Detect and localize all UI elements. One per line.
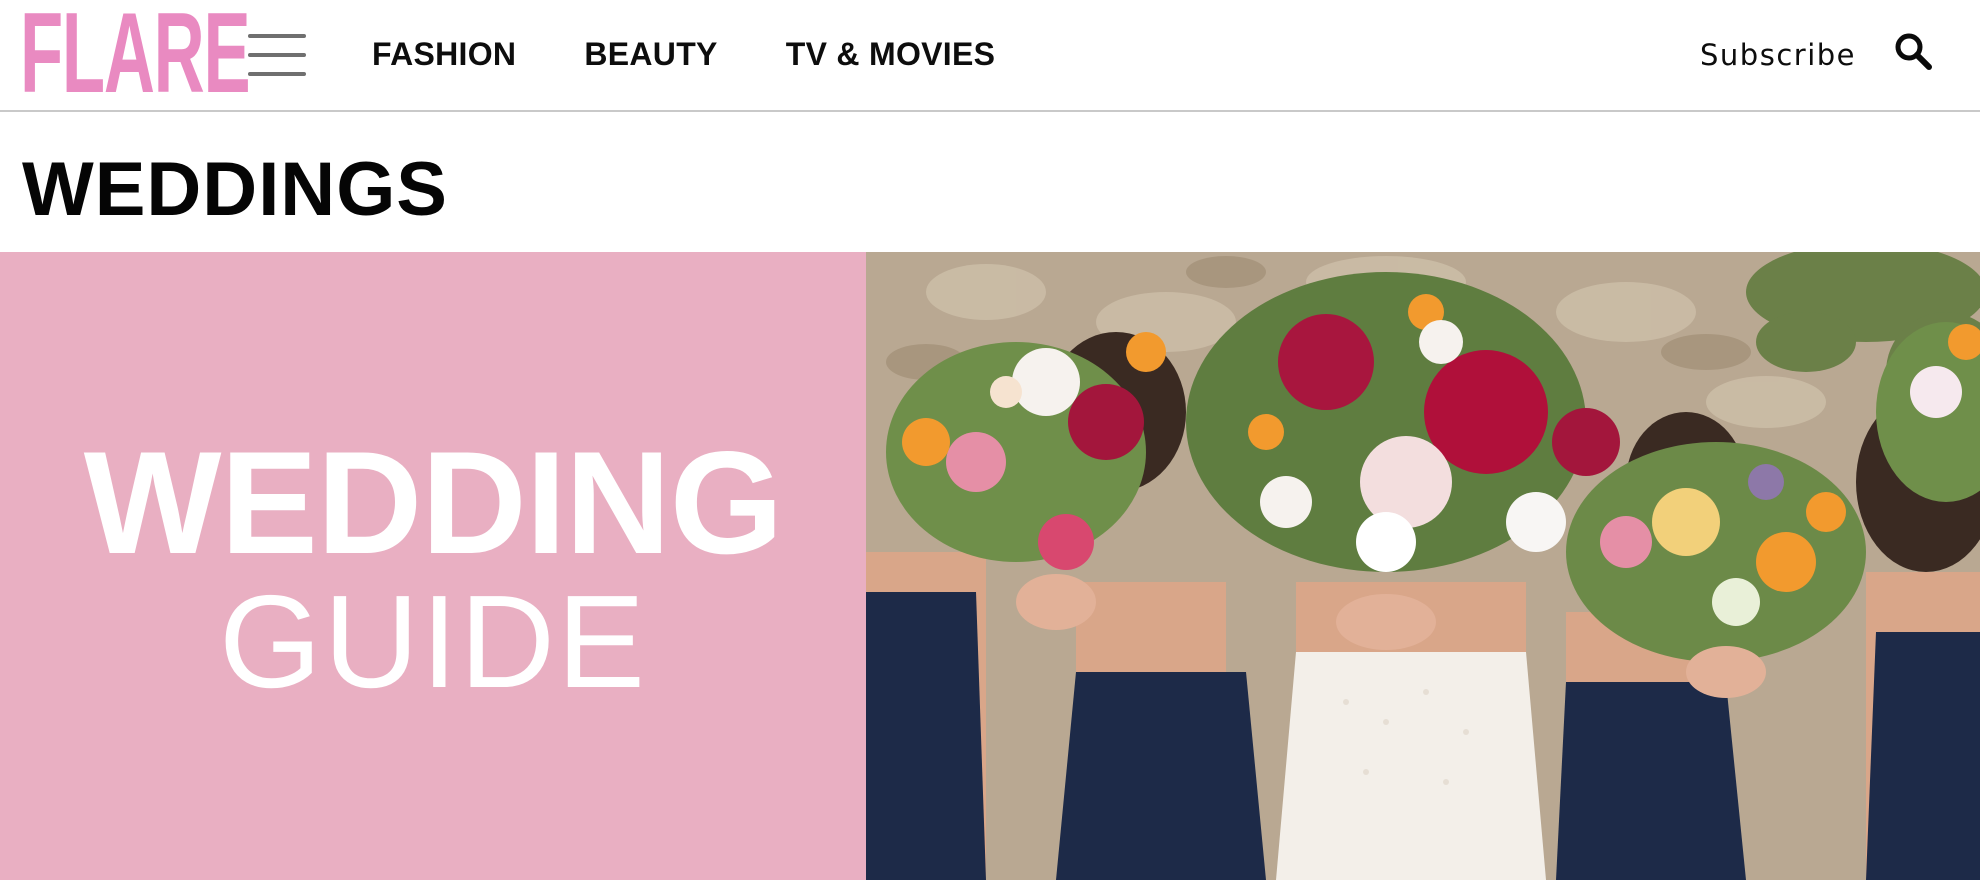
hero-title-line2: GUIDE — [218, 568, 648, 715]
nav-link-beauty[interactable]: BEAUTY — [584, 34, 717, 74]
hero-banner[interactable]: WEDDING GUIDE — [0, 252, 1980, 880]
nav-link-fashion[interactable]: FASHION — [372, 34, 516, 74]
bridal-party-bouquets-photo — [866, 252, 1980, 880]
flare-logo[interactable]: FLARE — [20, 0, 251, 111]
hero-text-panel: WEDDING GUIDE — [0, 252, 866, 880]
subscribe-link[interactable]: Subscribe — [1700, 36, 1856, 74]
main-nav: FASHION BEAUTY TV & MOVIES — [372, 34, 1063, 74]
nav-link-tv-movies[interactable]: TV & MOVIES — [786, 34, 996, 74]
search-icon[interactable] — [1894, 32, 1932, 70]
site-header: FLARE FASHION BEAUTY TV & MOVIES Subscri… — [0, 0, 1980, 112]
page-title: WEDDINGS — [22, 147, 448, 232]
hamburger-menu-icon[interactable] — [248, 30, 306, 80]
hero-title-line1: WEDDING — [83, 421, 784, 584]
